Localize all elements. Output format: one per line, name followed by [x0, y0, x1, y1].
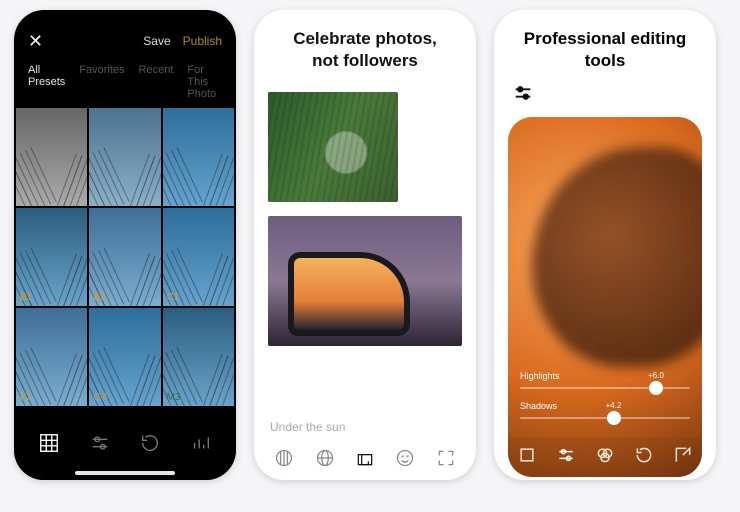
- headline-line1: Celebrate photos,: [274, 28, 456, 50]
- preset-tile[interactable]: B1: [16, 208, 87, 306]
- preset-label: B5: [93, 292, 105, 303]
- slider-value: +4.2: [606, 401, 622, 410]
- preset-label: B1: [20, 292, 32, 303]
- slider-shadows[interactable]: Shadows +4.2: [520, 401, 690, 419]
- save-button[interactable]: Save: [143, 34, 170, 48]
- grid-icon[interactable]: [35, 429, 63, 457]
- preset-label: C1: [167, 292, 180, 303]
- preset-tabs: All Presets Favorites Recent For This Ph…: [14, 56, 236, 108]
- tab-for-this-photo[interactable]: For This Photo: [187, 64, 222, 100]
- editor-screen: Professional editing tools Highlights +6…: [494, 10, 716, 480]
- feed-screen: Celebrate photos, not followers Under th…: [254, 10, 476, 480]
- preset-label: G3: [93, 392, 106, 403]
- preset-tile[interactable]: [163, 108, 234, 206]
- sliders-icon[interactable]: [86, 429, 114, 457]
- stack-icon[interactable]: [355, 448, 375, 473]
- preset-label: F2: [20, 392, 32, 403]
- slider-highlights[interactable]: Highlights +6.0: [520, 371, 690, 389]
- headline: Professional editing tools: [494, 10, 716, 78]
- editor-bottom-toolbar: [508, 437, 702, 477]
- headline: Celebrate photos, not followers: [254, 10, 476, 82]
- presets-screen: ✕ Save Publish All Presets Favorites Rec…: [14, 10, 236, 480]
- preset-tile[interactable]: F2: [16, 308, 87, 406]
- adjust-icon[interactable]: [494, 78, 716, 113]
- preset-tile[interactable]: [89, 108, 160, 206]
- history-icon[interactable]: [634, 445, 654, 470]
- preset-label: M3: [167, 392, 181, 403]
- emoji-icon[interactable]: [395, 448, 415, 473]
- caption-input[interactable]: Under the sun: [270, 420, 345, 434]
- publish-button[interactable]: Publish: [183, 34, 222, 48]
- slider-label: Shadows: [520, 401, 557, 411]
- headline-line2: tools: [514, 50, 696, 72]
- globe-icon[interactable]: [315, 448, 335, 473]
- home-indicator: [75, 471, 175, 475]
- tab-favorites[interactable]: Favorites: [79, 64, 124, 100]
- crop-icon[interactable]: [517, 445, 537, 470]
- preset-tile[interactable]: G3: [89, 308, 160, 406]
- headline-line1: Professional editing: [514, 28, 696, 50]
- compose-toolbar: [254, 440, 476, 480]
- filters-icon[interactable]: [595, 445, 615, 470]
- close-icon[interactable]: ✕: [28, 32, 43, 50]
- slider-knob[interactable]: [649, 381, 663, 395]
- history-icon[interactable]: [136, 429, 164, 457]
- slider-value: +6.0: [648, 371, 664, 380]
- slider-label: Highlights: [520, 371, 560, 381]
- sliders-icon[interactable]: [556, 445, 576, 470]
- expand-icon[interactable]: [436, 448, 456, 473]
- feed-photo-mirror[interactable]: [268, 216, 462, 346]
- globe-lines-icon[interactable]: [274, 448, 294, 473]
- preset-tile[interactable]: C1: [163, 208, 234, 306]
- feed-photo-grass[interactable]: [268, 92, 398, 202]
- levels-icon[interactable]: [187, 429, 215, 457]
- tab-recent[interactable]: Recent: [139, 64, 174, 100]
- preset-tile[interactable]: [16, 108, 87, 206]
- slider-knob[interactable]: [607, 411, 621, 425]
- preset-tile[interactable]: B5: [89, 208, 160, 306]
- headline-line2: not followers: [274, 50, 456, 72]
- photo-preview[interactable]: Highlights +6.0 Shadows +4.2: [508, 117, 702, 477]
- export-icon[interactable]: [673, 445, 693, 470]
- tab-all-presets[interactable]: All Presets: [28, 64, 65, 100]
- preset-grid: B1 B5 C1 F2 G3 M3: [14, 108, 236, 406]
- preset-tile[interactable]: M3: [163, 308, 234, 406]
